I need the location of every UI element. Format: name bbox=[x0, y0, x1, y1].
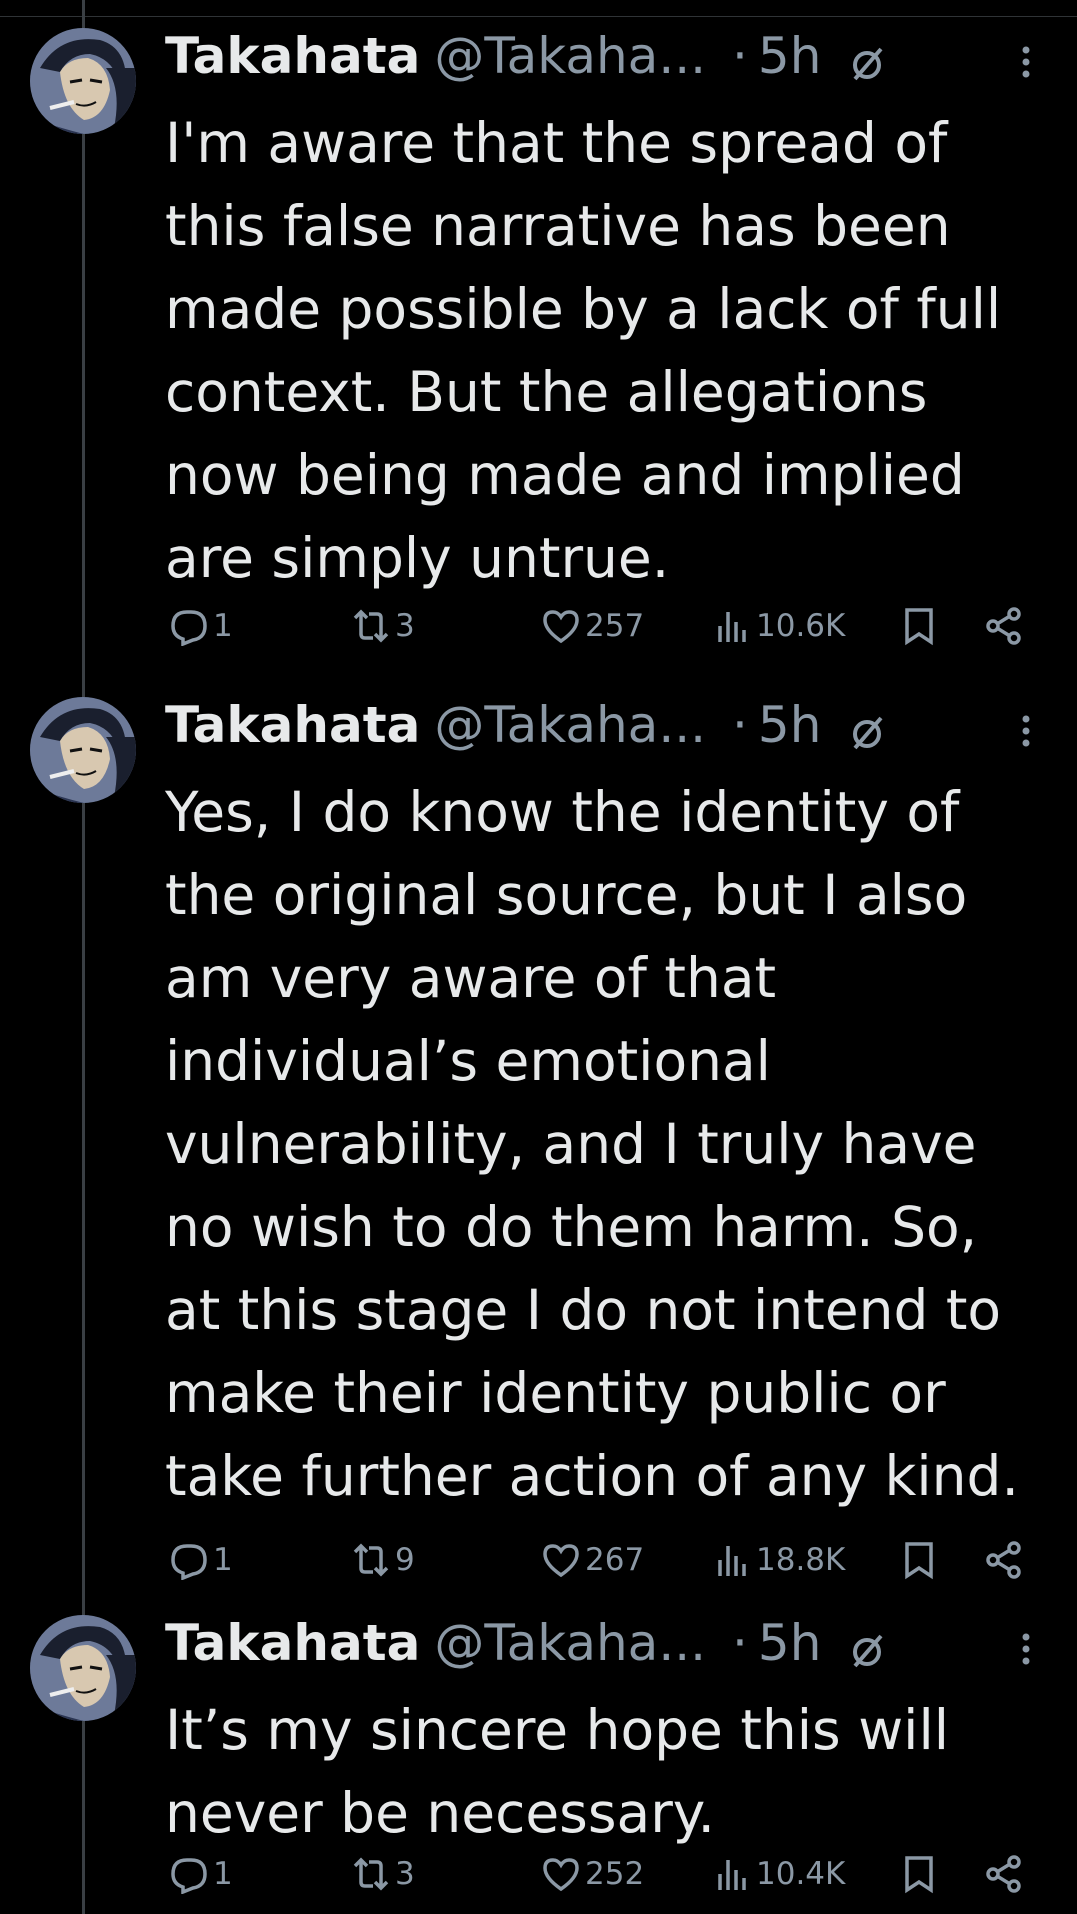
views-button[interactable]: 18.8K bbox=[708, 1538, 845, 1582]
user-handle[interactable]: @Takaha... bbox=[434, 1613, 706, 1673]
share-button[interactable] bbox=[980, 1852, 1024, 1896]
bookmark-icon bbox=[899, 1540, 939, 1580]
like-count: 257 bbox=[585, 608, 645, 644]
avatar-illustration-icon bbox=[30, 28, 136, 134]
reply-button[interactable]: 1 bbox=[165, 1852, 233, 1896]
like-count: 252 bbox=[585, 1856, 645, 1892]
avatar[interactable] bbox=[30, 28, 136, 134]
bookmark-button[interactable] bbox=[895, 1538, 939, 1582]
slashed-circle-icon bbox=[847, 36, 887, 81]
share-icon bbox=[984, 1854, 1024, 1894]
tweet-header: Takahata @Takaha... · 5h bbox=[165, 26, 887, 86]
timestamp[interactable]: 5h bbox=[758, 26, 822, 86]
views-button[interactable]: 10.4K bbox=[708, 1852, 845, 1896]
reply-button[interactable]: 1 bbox=[165, 1538, 233, 1582]
reply-icon bbox=[169, 606, 209, 646]
slashed-circle-icon bbox=[847, 705, 887, 750]
views-icon bbox=[712, 606, 752, 646]
bookmark-button[interactable] bbox=[895, 1852, 939, 1896]
retweet-count: 3 bbox=[395, 608, 415, 644]
bookmark-icon bbox=[899, 606, 939, 646]
separator-dot: · bbox=[732, 27, 748, 85]
like-button[interactable]: 267 bbox=[537, 1538, 644, 1582]
tweet-text: Yes, I do know the identity of the origi… bbox=[165, 780, 1019, 1508]
avatar-illustration-icon bbox=[30, 1615, 136, 1721]
separator-dot: · bbox=[732, 1614, 748, 1672]
share-icon bbox=[984, 1540, 1024, 1580]
tweet-header: Takahata @Takaha... · 5h bbox=[165, 695, 887, 755]
display-name[interactable]: Takahata bbox=[165, 26, 420, 86]
views-icon bbox=[712, 1540, 752, 1580]
retweet-count: 3 bbox=[395, 1856, 415, 1892]
separator-dot: · bbox=[732, 696, 748, 754]
retweet-icon bbox=[351, 606, 391, 646]
heart-icon bbox=[541, 606, 581, 646]
retweet-count: 9 bbox=[395, 1542, 415, 1578]
retweet-button[interactable]: 9 bbox=[347, 1538, 415, 1582]
retweet-button[interactable]: 3 bbox=[347, 604, 415, 648]
user-handle[interactable]: @Takaha... bbox=[434, 695, 706, 755]
slashed-circle-icon bbox=[847, 1623, 887, 1668]
user-handle[interactable]: @Takaha... bbox=[434, 26, 706, 86]
reply-count: 1 bbox=[213, 608, 233, 644]
retweet-icon bbox=[351, 1540, 391, 1580]
like-button[interactable]: 252 bbox=[537, 1852, 644, 1896]
share-button[interactable] bbox=[980, 1538, 1024, 1582]
heart-icon bbox=[541, 1540, 581, 1580]
bookmark-icon bbox=[899, 1854, 939, 1894]
tweet-actions: 1 9 267 18.8K bbox=[165, 1538, 1045, 1582]
timestamp[interactable]: 5h bbox=[758, 695, 822, 755]
tweet-header: Takahata @Takaha... · 5h bbox=[165, 1613, 887, 1673]
reply-count: 1 bbox=[213, 1542, 233, 1578]
reply-count: 1 bbox=[213, 1856, 233, 1892]
views-icon bbox=[712, 1854, 752, 1894]
tweet-actions: 1 3 252 10.4K bbox=[165, 1852, 1045, 1896]
more-icon[interactable] bbox=[1016, 1629, 1036, 1669]
view-count: 10.4K bbox=[756, 1856, 846, 1892]
avatar[interactable] bbox=[30, 697, 136, 803]
share-button[interactable] bbox=[980, 604, 1024, 648]
display-name[interactable]: Takahata bbox=[165, 1613, 420, 1673]
more-icon[interactable] bbox=[1016, 42, 1036, 82]
tweet-actions: 1 3 257 10.6K bbox=[165, 604, 1045, 648]
heart-icon bbox=[541, 1854, 581, 1894]
timestamp[interactable]: 5h bbox=[758, 1613, 822, 1673]
bookmark-button[interactable] bbox=[895, 604, 939, 648]
reply-button[interactable]: 1 bbox=[165, 604, 233, 648]
tweet-text: It’s my sincere hope this will never be … bbox=[165, 1698, 950, 1845]
reply-icon bbox=[169, 1540, 209, 1580]
top-divider bbox=[0, 16, 1077, 17]
reply-icon bbox=[169, 1854, 209, 1894]
view-count: 10.6K bbox=[756, 608, 846, 644]
more-icon[interactable] bbox=[1016, 711, 1036, 751]
like-button[interactable]: 257 bbox=[537, 604, 644, 648]
view-count: 18.8K bbox=[756, 1542, 846, 1578]
tweet-text: I'm aware that the spread of this false … bbox=[165, 111, 1002, 590]
retweet-button[interactable]: 3 bbox=[347, 1852, 415, 1896]
avatar[interactable] bbox=[30, 1615, 136, 1721]
avatar-illustration-icon bbox=[30, 697, 136, 803]
share-icon bbox=[984, 606, 1024, 646]
views-button[interactable]: 10.6K bbox=[708, 604, 845, 648]
display-name[interactable]: Takahata bbox=[165, 695, 420, 755]
retweet-icon bbox=[351, 1854, 391, 1894]
like-count: 267 bbox=[585, 1542, 645, 1578]
